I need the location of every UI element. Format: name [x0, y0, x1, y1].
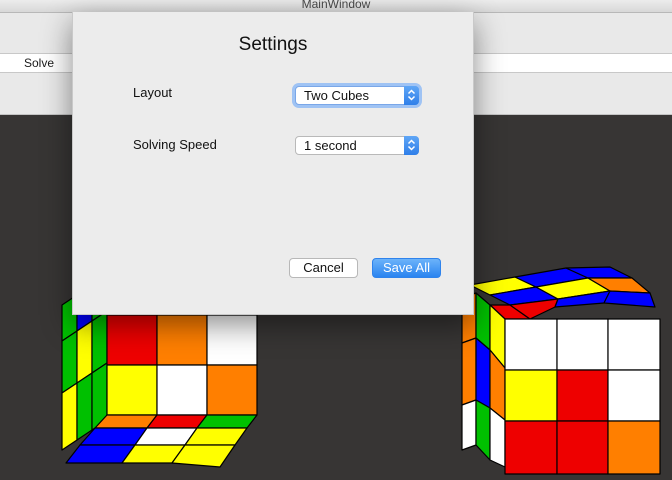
layout-select-value: Two Cubes [304, 88, 370, 103]
toolbar-field [470, 53, 672, 73]
dialog-title: Settings [238, 34, 308, 55]
solving-speed-label: Solving Speed [133, 137, 217, 152]
settings-dialog: Settings Layout Two Cubes Solving Speed … [72, 12, 474, 315]
layout-select-stepper-icon[interactable] [404, 86, 419, 105]
layout-label: Layout [133, 85, 173, 100]
solving-speed-select-value: 1 second [304, 138, 357, 153]
cancel-button[interactable]: Cancel [289, 258, 358, 278]
window-title: MainWindow [301, 0, 371, 11]
solving-speed-stepper-icon[interactable] [404, 136, 419, 155]
save-all-button[interactable]: Save All [372, 258, 441, 278]
layout-select[interactable]: Two Cubes [295, 86, 419, 105]
solve-button[interactable]: Solve [0, 53, 79, 73]
solving-speed-select[interactable]: 1 second [295, 136, 419, 155]
